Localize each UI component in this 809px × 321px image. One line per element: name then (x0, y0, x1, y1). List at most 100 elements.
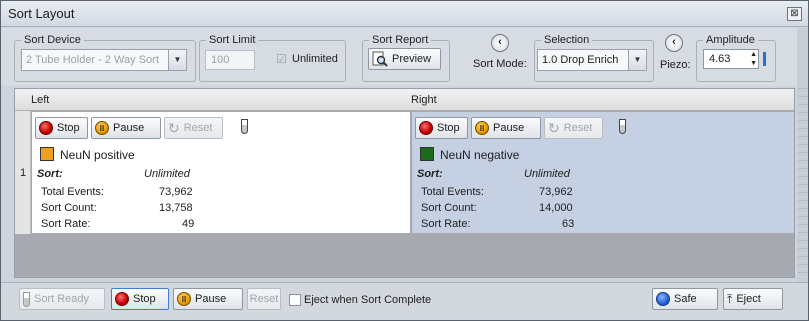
population-color-swatch (40, 147, 54, 161)
sort-rate-label: Sort Rate: (41, 218, 91, 230)
pause-icon: II (95, 121, 109, 135)
pause-icon: II (475, 121, 489, 135)
population-name: NeuN negative (440, 148, 520, 162)
sort-rate-value: 49 (182, 218, 195, 230)
sort-device-legend: Sort Device (24, 34, 81, 46)
safe-icon (656, 292, 670, 306)
right-column-header: Right (411, 94, 437, 106)
eject-button[interactable]: ⤒ Eject (723, 288, 783, 310)
pause-label: Pause (195, 293, 227, 305)
total-events-value: 73,962 (539, 186, 573, 198)
sort-count-value: 14,000 (539, 202, 573, 214)
right-pause-button[interactable]: II Pause (471, 117, 541, 139)
sort-layout-window: Sort Layout ⊠ Sort Device 2 Tube Holder … (0, 0, 809, 321)
left-column-header: Left (31, 94, 50, 106)
reset-label: Reset (183, 122, 213, 134)
pause-label: Pause (493, 122, 525, 134)
stop-icon (419, 121, 433, 135)
left-stop-button[interactable]: Stop (35, 117, 88, 139)
stop-icon (39, 121, 53, 135)
total-events-label: Total Events: (421, 186, 484, 198)
sort-report-legend: Sort Report (372, 34, 429, 46)
selection-value: 1.0 Drop Enrich (542, 54, 619, 66)
sort-label: Sort: (417, 168, 443, 180)
pause-icon: II (177, 292, 191, 306)
sort-limit-legend: Sort Limit (209, 34, 256, 46)
sort-device-select[interactable]: 2 Tube Holder - 2 Way Sort ▼ (21, 49, 187, 71)
sort-rate-value: 63 (562, 218, 575, 230)
right-sort-panel: Stop II Pause ↻ Reset NeuN negative Sort… (412, 112, 794, 233)
sort-ready-button[interactable]: Sort Ready (19, 288, 105, 310)
sort-count-value: 13,758 (159, 202, 193, 214)
amplitude-legend: Amplitude (706, 34, 755, 46)
left-sort-panel: Stop II Pause ↻ Reset NeuN positive Sort… (32, 112, 410, 233)
sort-count-label: Sort Count: (41, 202, 97, 214)
reset-label: Reset (563, 122, 593, 134)
selection-select[interactable]: 1.0 Drop Enrich ▼ (537, 49, 647, 71)
eject-label: Eject (736, 293, 761, 305)
total-events-label: Total Events: (41, 186, 104, 198)
test-tube-icon (23, 291, 30, 307)
sort-report-group: Sort Report Preview (362, 34, 450, 82)
sort-limit-input[interactable]: 100 (205, 50, 255, 70)
magnifier-document-icon (372, 51, 388, 67)
amplitude-slider-handle[interactable] (763, 52, 766, 66)
sort-mode-label: Sort Mode: (473, 58, 527, 70)
window-title: Sort Layout (8, 6, 75, 21)
eject-when-complete-checkbox[interactable] (289, 294, 301, 306)
stop-label: Stop (437, 122, 460, 134)
spin-arrows-icon[interactable]: ▲ ▼ (750, 50, 757, 68)
title-bar: Sort Layout ⊠ (1, 1, 808, 27)
sort-mode-prev-button[interactable]: ‹ (491, 34, 509, 52)
sort-count-label: Sort Count: (421, 202, 477, 214)
test-tube-icon (241, 119, 248, 134)
left-pause-button[interactable]: II Pause (91, 117, 161, 139)
safe-button[interactable]: Safe (652, 288, 718, 310)
row-number: 1 (20, 167, 27, 179)
refresh-icon: ↻ (168, 119, 180, 136)
bottom-toolbar: Sort Ready Stop II Pause Reset Eject whe… (1, 282, 808, 320)
right-stop-button[interactable]: Stop (415, 117, 468, 139)
right-reset-button[interactable]: ↻ Reset (544, 117, 603, 139)
toolbar: Sort Device 2 Tube Holder - 2 Way Sort ▼… (1, 28, 808, 86)
stop-icon (115, 292, 129, 306)
row-number-cell: 1 (15, 111, 31, 234)
reset-label: Reset (249, 293, 279, 305)
stop-label: Stop (133, 293, 156, 305)
preview-button[interactable]: Preview (368, 48, 441, 70)
left-reset-button[interactable]: ↻ Reset (164, 117, 223, 139)
sort-device-value: 2 Tube Holder - 2 Way Sort (26, 54, 159, 66)
piezo-label: Piezo: (660, 59, 691, 71)
sort-grid: Left Right 1 Stop II Pause ↻ Reset NeuN … (14, 88, 795, 278)
eject-icon: ⤒ (727, 291, 733, 306)
close-button[interactable]: ⊠ (787, 7, 802, 21)
chevron-down-icon: ▼ (628, 50, 646, 70)
amplitude-input[interactable]: 4.63 ▲ ▼ (703, 49, 759, 69)
amplitude-group: Amplitude 4.63 ▲ ▼ (696, 34, 776, 82)
right-edge-grid (798, 88, 807, 278)
stop-label: Stop (57, 122, 80, 134)
grid-header: Left Right (15, 89, 794, 111)
pause-label: Pause (113, 122, 145, 134)
eject-when-complete-label: Eject when Sort Complete (304, 294, 432, 306)
refresh-icon: ↻ (548, 119, 560, 136)
chevron-down-icon: ▼ (168, 50, 186, 70)
population-name: NeuN positive (60, 148, 135, 162)
bottom-pause-button[interactable]: II Pause (173, 288, 243, 310)
sort-value: Unlimited (144, 168, 190, 180)
piezo-prev-button[interactable]: ‹ (665, 34, 683, 52)
safe-label: Safe (674, 293, 697, 305)
sort-limit-placeholder: 100 (211, 54, 230, 66)
bottom-stop-button[interactable]: Stop (111, 288, 169, 310)
test-tube-icon (619, 119, 626, 134)
sort-label: Sort: (37, 168, 63, 180)
population-color-swatch (420, 147, 434, 161)
selection-legend: Selection (544, 34, 590, 46)
sort-rate-label: Sort Rate: (421, 218, 471, 230)
amplitude-value: 4.63 (709, 53, 731, 65)
sort-value: Unlimited (524, 168, 570, 180)
bottom-reset-button[interactable]: Reset (247, 288, 281, 310)
checkmark-icon[interactable]: ☑ (276, 52, 287, 66)
unlimited-checkbox-label: Unlimited (292, 53, 338, 65)
preview-label: Preview (392, 53, 432, 65)
